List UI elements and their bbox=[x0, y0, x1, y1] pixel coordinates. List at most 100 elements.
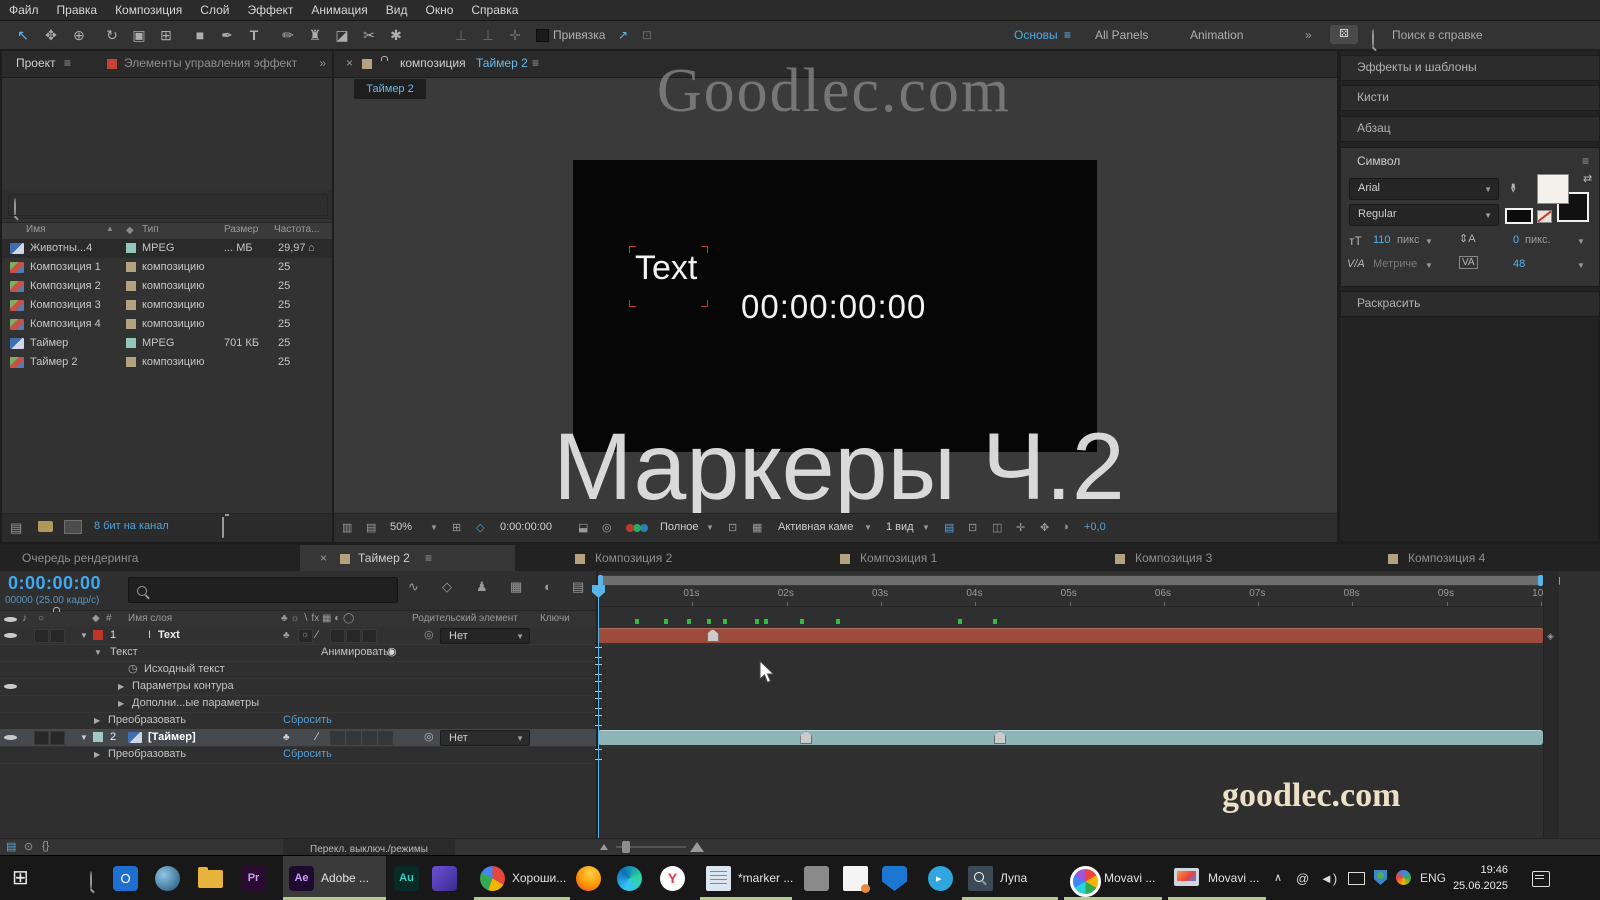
workspace-tab-animation[interactable]: Animation bbox=[1190, 21, 1243, 49]
tray-chevron-icon[interactable]: ∧ bbox=[1274, 856, 1282, 900]
always-preview-icon[interactable]: ▥ bbox=[342, 521, 352, 534]
motion-blur-icon[interactable]: ◐ bbox=[544, 579, 552, 594]
roto-brush-tool[interactable]: ✂ bbox=[358, 24, 380, 46]
hand-tool[interactable]: ✥ bbox=[40, 24, 62, 46]
expander-icon[interactable]: ▶ bbox=[94, 712, 100, 729]
no-fill-swatch[interactable] bbox=[1537, 210, 1552, 223]
pan-behind-tool[interactable]: ⊞ bbox=[155, 24, 177, 46]
snapshot-icon[interactable]: ⬓ bbox=[578, 521, 588, 534]
col-rate[interactable]: Частота... bbox=[274, 224, 319, 235]
composition-marker[interactable] bbox=[993, 619, 997, 624]
label-swatch[interactable] bbox=[126, 338, 136, 348]
movavi-recorder-button[interactable]: Movavi ... bbox=[1168, 856, 1266, 900]
project-row[interactable]: Композиция 3 композицию 25 bbox=[2, 296, 332, 315]
label-swatch[interactable] bbox=[126, 243, 136, 253]
workspace-menu-icon[interactable]: ≡ bbox=[1064, 21, 1071, 49]
primary-viewer-icon[interactable]: ▤ bbox=[366, 521, 376, 534]
type-tool[interactable]: T bbox=[243, 24, 265, 46]
font-size-arrow-icon[interactable]: ▼ bbox=[1425, 237, 1433, 246]
trash-icon[interactable] bbox=[222, 520, 224, 538]
view-count-value[interactable]: 1 вид bbox=[886, 521, 914, 533]
expander-icon[interactable]: ▶ bbox=[94, 746, 100, 763]
draft-3d-icon[interactable]: ◇ bbox=[442, 579, 452, 595]
channels-icon[interactable] bbox=[626, 524, 634, 532]
violet-app-icon[interactable] bbox=[432, 866, 457, 891]
motion-blur-switch[interactable] bbox=[362, 629, 377, 643]
video-column-icon[interactable] bbox=[4, 613, 17, 626]
show-snapshot-icon[interactable]: ◎ bbox=[602, 521, 612, 534]
view-layout-camera[interactable]: Активная каме bbox=[778, 521, 853, 533]
tab-effect-controls[interactable]: Элементы управления эффект bbox=[124, 56, 297, 70]
comp-toolbar-timecode[interactable]: 0:00:00:00 bbox=[500, 521, 552, 533]
taskbar-search-icon[interactable] bbox=[90, 872, 92, 890]
quality-switch-icon[interactable]: ∕ bbox=[316, 627, 318, 644]
local-axis-mode-icon[interactable]: ⊥ bbox=[450, 24, 472, 46]
composition-marker[interactable] bbox=[800, 619, 804, 624]
workspace-tab-all-panels[interactable]: All Panels bbox=[1095, 21, 1148, 49]
menu-help[interactable]: Справка bbox=[462, 0, 527, 20]
fast-previews-icon[interactable]: ◫ bbox=[992, 521, 1002, 534]
composition-mini-flowchart-icon[interactable]: ∿ bbox=[408, 579, 419, 595]
help-search-icon[interactable] bbox=[1372, 30, 1374, 48]
premiere-icon[interactable]: Pr bbox=[241, 866, 266, 891]
switches-column-icons[interactable]: ♣ ☼ ∖ fx ▦ ◐ ◯ bbox=[281, 613, 354, 624]
shy-switch-icon[interactable]: ♣ bbox=[283, 729, 290, 746]
panel-paragraph[interactable]: Абзац bbox=[1340, 116, 1600, 142]
tray-at-icon[interactable]: @ bbox=[1296, 856, 1309, 900]
audio-column-icon[interactable]: ♪ bbox=[22, 613, 27, 624]
tab-comp2[interactable]: Композиция 2 bbox=[595, 551, 672, 565]
magnifier-app-button[interactable]: Лупа bbox=[962, 856, 1058, 900]
tray-clock[interactable]: 19:46 25.06.2025 bbox=[1452, 862, 1508, 894]
font-family-dropdown[interactable]: Arial ▼ bbox=[1349, 178, 1499, 200]
rotate-tool[interactable]: ↻ bbox=[101, 24, 123, 46]
eraser-tool[interactable]: ◪ bbox=[331, 24, 353, 46]
prop-more-options[interactable]: ▶ Дополни...ые параметры bbox=[0, 695, 596, 713]
chrome-app-button[interactable]: Хороши... bbox=[474, 856, 570, 900]
menu-file[interactable]: Файл bbox=[0, 0, 48, 20]
composition-marker[interactable] bbox=[664, 619, 668, 624]
red-layer-bar[interactable] bbox=[598, 628, 1543, 643]
layer-name[interactable]: [Таймер] bbox=[148, 729, 196, 746]
leading-value[interactable]: 0 bbox=[1513, 234, 1519, 246]
menu-window[interactable]: Окно bbox=[416, 0, 462, 20]
adjustment-switch[interactable] bbox=[378, 731, 393, 745]
workspace-tab-osnovy[interactable]: Основы bbox=[1014, 21, 1058, 49]
document-app-icon[interactable] bbox=[843, 866, 868, 891]
tab-comp1[interactable]: Композиция 1 bbox=[860, 551, 937, 565]
index-column-header[interactable]: # bbox=[106, 613, 112, 624]
comp-panel-menu-icon[interactable]: ≡ bbox=[532, 56, 539, 70]
shield-app-icon[interactable] bbox=[882, 866, 907, 891]
character-menu-icon[interactable]: ≡ bbox=[1582, 154, 1589, 168]
project-tabs-overflow[interactable]: » bbox=[319, 56, 326, 70]
menu-layer[interactable]: Слой bbox=[191, 0, 238, 20]
kerning-arrow-icon[interactable]: ▼ bbox=[1425, 261, 1433, 270]
timeline-zoom-slider-handle[interactable] bbox=[622, 841, 630, 853]
layer-marker[interactable] bbox=[800, 731, 812, 744]
selection-tool[interactable]: ↖ bbox=[12, 24, 34, 46]
frame-blend-switch[interactable] bbox=[346, 629, 361, 643]
outlook-icon[interactable]: O bbox=[113, 866, 138, 891]
font-style-dropdown[interactable]: Regular ▼ bbox=[1349, 204, 1499, 226]
prop-path-options[interactable]: ▶ Параметры контура bbox=[0, 678, 596, 696]
mask-visibility-icon[interactable]: ◇ bbox=[476, 521, 484, 534]
brush-tool[interactable]: ✏ bbox=[277, 24, 299, 46]
composition-marker[interactable] bbox=[723, 619, 727, 624]
tab-timer2-active[interactable]: × Таймер 2 ≡ bbox=[300, 545, 515, 571]
eye-icon[interactable] bbox=[4, 680, 17, 693]
new-folder-icon[interactable] bbox=[38, 521, 53, 532]
sync-settings-icon[interactable]: ⚄ bbox=[1330, 25, 1358, 44]
layer-marker[interactable] bbox=[994, 731, 1006, 744]
timeline-search-input[interactable] bbox=[128, 577, 398, 603]
clone-stamp-tool[interactable]: ♜ bbox=[304, 24, 326, 46]
tab-comp3[interactable]: Композиция 3 bbox=[1135, 551, 1212, 565]
project-search-input[interactable] bbox=[8, 194, 328, 216]
expander-icon[interactable]: ▶ bbox=[118, 695, 124, 712]
layer-color-swatch[interactable] bbox=[93, 732, 103, 742]
label-swatch[interactable] bbox=[126, 357, 136, 367]
parent-column-header[interactable]: Родительский элемент bbox=[412, 613, 518, 624]
prop-source-text[interactable]: ◷ Исходный текст bbox=[0, 661, 596, 679]
notification-center-icon[interactable] bbox=[1532, 871, 1550, 887]
kerning-value[interactable]: Метриче bbox=[1373, 258, 1417, 270]
new-composition-icon[interactable] bbox=[64, 520, 82, 534]
gray-app-icon[interactable] bbox=[804, 866, 829, 891]
